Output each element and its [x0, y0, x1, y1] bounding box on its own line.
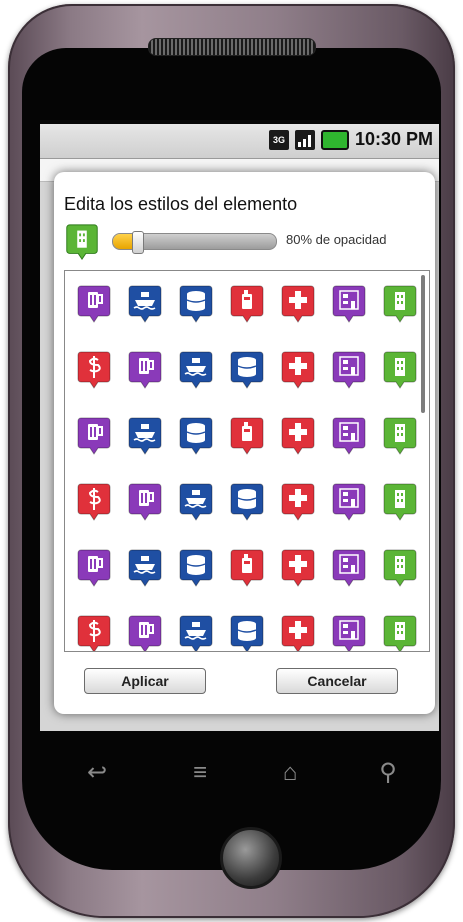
- beer-icon[interactable]: [77, 415, 111, 457]
- hospital-icon[interactable]: [281, 547, 315, 589]
- icon-row: [77, 547, 417, 613]
- home-icon[interactable]: ⌂: [275, 758, 305, 788]
- opacity-label: 80% de opacidad: [286, 232, 387, 247]
- beer-icon[interactable]: [77, 283, 111, 325]
- search-icon[interactable]: ⚲: [373, 758, 403, 788]
- dialog-title: Edita los estilos del elemento: [64, 194, 298, 214]
- opacity-slider-thumb[interactable]: [132, 231, 144, 254]
- icon-row: [77, 481, 417, 547]
- barrel-icon[interactable]: [179, 415, 213, 457]
- scrollbar-thumb[interactable]: [421, 275, 425, 413]
- building-icon[interactable]: [332, 613, 366, 651]
- icon-row: [77, 415, 417, 481]
- selected-tower-icon: [64, 222, 100, 267]
- ship-icon[interactable]: [179, 481, 213, 523]
- building-icon[interactable]: [332, 415, 366, 457]
- icon-row: [77, 349, 417, 415]
- ship-icon[interactable]: [128, 415, 162, 457]
- icon-grid-panel[interactable]: [64, 270, 430, 652]
- back-icon[interactable]: ↩: [82, 758, 112, 788]
- tower-icon[interactable]: [383, 349, 417, 391]
- beer-icon[interactable]: [128, 613, 162, 651]
- speaker-grille: [148, 38, 316, 56]
- pharmacy-icon[interactable]: [77, 481, 111, 523]
- building-icon[interactable]: [332, 283, 366, 325]
- ship-icon[interactable]: [179, 613, 213, 651]
- ship-icon[interactable]: [179, 349, 213, 391]
- hospital-icon[interactable]: [281, 283, 315, 325]
- fuel-icon[interactable]: [230, 415, 264, 457]
- building-icon[interactable]: [332, 547, 366, 589]
- ship-icon[interactable]: [128, 547, 162, 589]
- beer-icon[interactable]: [128, 481, 162, 523]
- ship-icon[interactable]: [128, 283, 162, 325]
- tower-icon[interactable]: [383, 415, 417, 457]
- icon-grid-scrollbar[interactable]: [421, 275, 425, 647]
- tower-icon[interactable]: [383, 613, 417, 651]
- tower-icon[interactable]: [383, 481, 417, 523]
- battery-icon: [320, 129, 349, 150]
- fuel-icon[interactable]: [230, 547, 264, 589]
- hospital-icon[interactable]: [281, 613, 315, 651]
- barrel-icon[interactable]: [179, 547, 213, 589]
- hospital-icon[interactable]: [281, 415, 315, 457]
- status-bar: 3G 10:30 PM: [40, 124, 439, 159]
- barrel-icon[interactable]: [230, 349, 264, 391]
- pharmacy-icon[interactable]: [77, 613, 111, 651]
- navigation-keys: ↩ ≡ ⌂ ⚲: [40, 748, 439, 798]
- beer-icon[interactable]: [128, 349, 162, 391]
- menu-icon[interactable]: ≡: [185, 758, 215, 788]
- barrel-icon[interactable]: [179, 283, 213, 325]
- pharmacy-icon[interactable]: [77, 349, 111, 391]
- signal-icon: [294, 129, 315, 150]
- style-editor-dialog: Edita los estilos del elemento 80% de op…: [54, 172, 435, 714]
- building-icon[interactable]: [332, 481, 366, 523]
- barrel-icon[interactable]: [230, 481, 264, 523]
- building-icon[interactable]: [332, 349, 366, 391]
- opacity-slider[interactable]: [112, 231, 277, 254]
- barrel-icon[interactable]: [230, 613, 264, 651]
- clock: 10:30 PM: [354, 129, 433, 149]
- network-3g-icon: 3G: [268, 129, 289, 150]
- tower-icon[interactable]: [383, 547, 417, 589]
- icon-row: [77, 613, 417, 651]
- icon-row: [77, 283, 417, 349]
- hospital-icon[interactable]: [281, 349, 315, 391]
- icon-grid: [77, 283, 417, 651]
- cancel-button[interactable]: Cancelar: [276, 668, 398, 694]
- beer-icon[interactable]: [77, 547, 111, 589]
- fuel-icon[interactable]: [230, 283, 264, 325]
- screen: 3G 10:30 PM Edita los estilos del elemen…: [40, 124, 439, 731]
- trackball-button[interactable]: [220, 827, 282, 889]
- apply-button[interactable]: Aplicar: [84, 668, 206, 694]
- hospital-icon[interactable]: [281, 481, 315, 523]
- tower-icon[interactable]: [383, 283, 417, 325]
